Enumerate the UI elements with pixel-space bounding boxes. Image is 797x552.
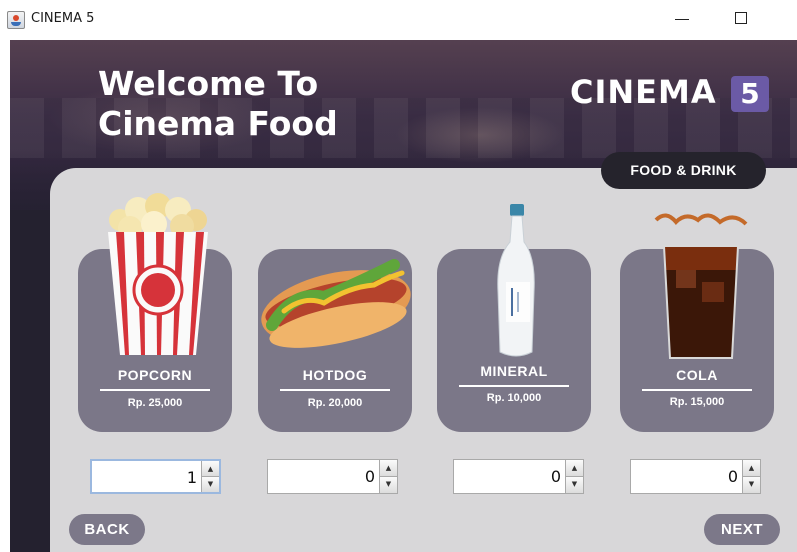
quantity-stepper-hotdog[interactable]: 0 ▲ ▼ [267,459,398,494]
back-button[interactable]: BACK [69,514,145,545]
app-content: Welcome To Cinema Food CINEMA 5 FOOD & D… [10,40,797,552]
decrement-arrow-icon[interactable]: ▼ [743,476,760,493]
increment-arrow-icon[interactable]: ▲ [202,461,219,477]
cinema-logo-text: CINEMA [570,73,717,111]
divider [280,389,390,391]
welcome-line-2: Cinema Food [98,104,338,143]
water-bottle-icon [497,204,535,357]
quantity-value: 0 [364,467,375,486]
next-button[interactable]: NEXT [704,514,780,545]
product-price: Rp. 20,000 [307,397,363,409]
product-price: Rp. 10,000 [486,392,542,404]
product-name: POPCORN [117,367,193,383]
window-title: CINEMA 5 [31,11,95,26]
hotdog-icon [261,259,411,348]
quantity-value: 1 [186,468,197,487]
quantity-stepper-mineral[interactable]: 0 ▲ ▼ [453,459,584,494]
stepper-buttons: ▲ ▼ [565,460,583,493]
welcome-heading: Welcome To Cinema Food [98,64,458,144]
quantity-value: 0 [727,467,738,486]
product-price: Rp. 15,000 [669,396,725,408]
stepper-buttons: ▲ ▼ [379,460,397,493]
divider [100,389,210,391]
maximize-icon[interactable] [735,12,747,24]
increment-arrow-icon[interactable]: ▲ [380,460,397,477]
divider [642,389,752,391]
popcorn-icon [108,193,208,355]
product-name: COLA [676,367,718,383]
increment-arrow-icon[interactable]: ▲ [743,460,760,477]
window-titlebar: CINEMA 5 [0,0,797,40]
divider [459,385,569,387]
quantity-stepper-popcorn[interactable]: 1 ▲ ▼ [90,459,221,494]
tab-food-and-drink[interactable]: FOOD & DRINK [601,152,766,189]
minimize-icon[interactable] [675,19,689,20]
cola-glass-icon [654,213,748,359]
quantity-value: 0 [550,467,561,486]
cinema-logo-number: 5 [731,76,769,112]
stepper-buttons: ▲ ▼ [742,460,760,493]
java-app-icon [7,11,25,29]
decrement-arrow-icon[interactable]: ▼ [566,476,583,493]
decrement-arrow-icon[interactable]: ▼ [380,476,397,493]
increment-arrow-icon[interactable]: ▲ [566,460,583,477]
decrement-arrow-icon[interactable]: ▼ [202,476,219,492]
product-name: HOTDOG [302,367,368,383]
quantity-stepper-cola[interactable]: 0 ▲ ▼ [630,459,761,494]
stepper-buttons: ▲ ▼ [201,461,219,492]
welcome-line-1: Welcome To [98,64,319,103]
product-name: MINERAL [480,363,548,379]
product-price: Rp. 25,000 [127,397,183,409]
